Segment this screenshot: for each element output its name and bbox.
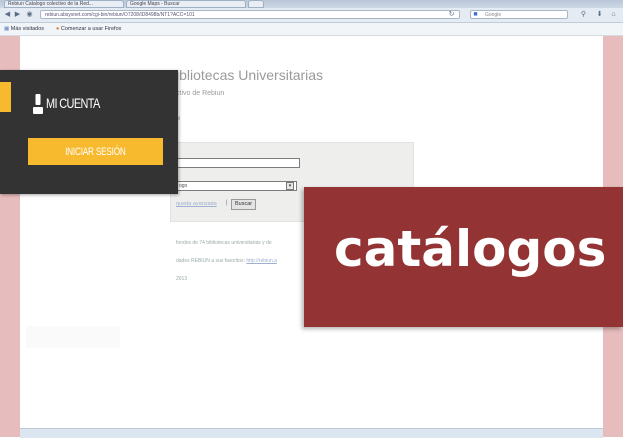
callout-text: catálogos: [334, 220, 607, 278]
faded-image: [26, 326, 120, 348]
info-text-1: fondos de 74 bibliotecas universitarias …: [176, 240, 272, 246]
download-icon[interactable]: ⬇: [596, 11, 603, 18]
separator: |: [226, 200, 228, 206]
search-icon[interactable]: ⚲: [580, 11, 587, 18]
info-text-3: 2013: [176, 276, 188, 282]
info-text-2: dades REBIUN a sus favoritos: http://reb…: [176, 258, 277, 264]
login-button[interactable]: INICIAR SESIÓN: [28, 138, 163, 165]
page-subtitle: ctivo de Rebiun: [176, 90, 225, 97]
account-label: MI CUENTA: [46, 95, 100, 111]
browser-tab-1[interactable]: Rebiun Catalogo colectivo de la Red...: [4, 0, 124, 8]
advanced-search-link[interactable]: queda avanzada: [176, 201, 217, 207]
account-tab-accent[interactable]: [0, 82, 11, 112]
reload-icon[interactable]: ↻: [448, 11, 455, 18]
firefox-icon: ●: [56, 26, 60, 32]
favorites-link[interactable]: http://rebiun.a: [246, 258, 277, 264]
back-icon[interactable]: ◀: [4, 11, 11, 18]
browser-tab-2[interactable]: Google Maps - Buscar: [126, 0, 246, 8]
person-icon: [33, 94, 43, 114]
search-bar[interactable]: Google: [470, 10, 568, 19]
search-engine-icon[interactable]: ■: [472, 11, 479, 18]
bookmark-icon: ▦: [4, 26, 10, 32]
browser-tab-3[interactable]: [248, 0, 264, 8]
site-identity-icon[interactable]: ◉: [26, 11, 33, 18]
search-input[interactable]: [176, 158, 300, 168]
forward-icon[interactable]: ▶: [14, 11, 21, 18]
chevron-down-icon[interactable]: ▾: [286, 182, 294, 190]
home-icon[interactable]: ⌂: [610, 11, 617, 18]
catalog-select[interactable]: ogo: [176, 181, 297, 191]
page-title: ibliotecas Universitarias: [176, 67, 324, 83]
bookmark-getting-started[interactable]: ● Comenzar a usar Firefox: [56, 25, 121, 33]
url-bar[interactable]: rebiun.absysnet.com/cgi-bin/rebiun/O7208…: [40, 10, 460, 19]
account-panel: [0, 70, 178, 194]
search-button[interactable]: Buscar: [231, 199, 257, 210]
bookmark-most-visited[interactable]: ▦ Más visitados: [4, 25, 44, 33]
